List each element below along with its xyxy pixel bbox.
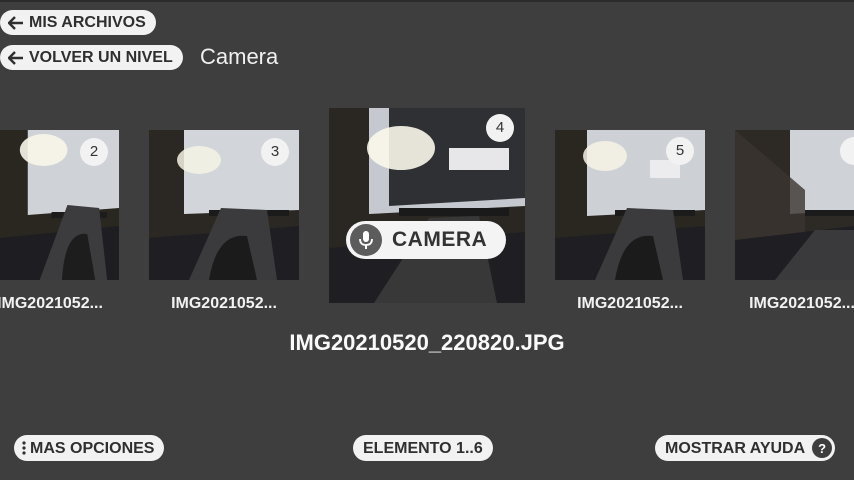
mic-icon — [350, 224, 382, 256]
selected-filename: IMG20210520_220820.JPG — [289, 330, 565, 355]
folder-title: Camera — [200, 44, 279, 69]
item-caption: IMG2021052... — [749, 295, 854, 312]
top-border — [0, 0, 854, 2]
item-caption: IMG2021052... — [577, 295, 683, 312]
arrow-left-icon — [8, 50, 24, 65]
item-number-badge: 4 — [486, 114, 514, 142]
more-options-label: MAS OPCIONES — [30, 439, 155, 457]
item-number-badge: 3 — [261, 138, 289, 166]
gallery-thumbnail[interactable]: 5 — [555, 130, 705, 280]
up-level-label: VOLVER UN NIVEL — [29, 49, 173, 66]
help-icon: ? — [812, 438, 833, 458]
show-help-button[interactable]: MOSTRAR AYUDA ? — [655, 435, 836, 461]
element-range-label: ELEMENTO 1..6 — [363, 439, 483, 457]
item-caption: IMG2021052... — [171, 295, 277, 312]
voice-command-label: CAMERA — [392, 228, 488, 251]
item-number-badge: 2 — [80, 138, 108, 166]
gallery-thumbnail[interactable]: 2 — [0, 130, 119, 280]
photo-image — [735, 130, 854, 280]
show-help-label: MOSTRAR AYUDA — [665, 439, 806, 457]
arrow-left-icon — [8, 15, 24, 30]
gallery-thumbnail[interactable] — [735, 130, 854, 280]
vertical-dots-icon — [22, 441, 26, 455]
element-range-indicator: ELEMENTO 1..6 — [353, 435, 493, 461]
gallery-thumbnail-selected[interactable]: 4 — [329, 108, 525, 303]
voice-command-hint[interactable]: CAMERA — [346, 221, 506, 259]
up-level-button[interactable]: VOLVER UN NIVEL — [0, 45, 183, 70]
my-files-label: MIS ARCHIVOS — [29, 14, 146, 31]
my-files-button[interactable]: MIS ARCHIVOS — [0, 10, 156, 35]
more-options-button[interactable]: MAS OPCIONES — [14, 435, 165, 461]
gallery-thumbnail[interactable]: 3 — [149, 130, 299, 280]
item-number-badge: 5 — [666, 137, 694, 165]
